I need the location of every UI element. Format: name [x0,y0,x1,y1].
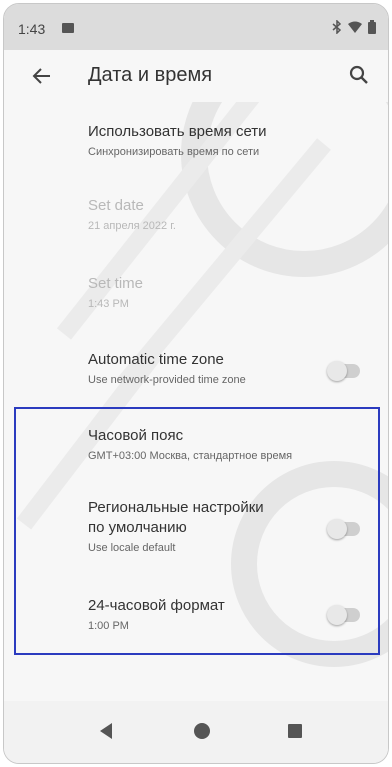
back-arrow-icon[interactable] [30,64,54,88]
setting-use-network-time[interactable]: Использовать время сети Синхронизировать… [4,116,388,182]
status-time: 1:43 [18,21,46,37]
setting-time-zone[interactable]: Часовой пояс GMT+03:00 Москва, стандартн… [4,420,388,480]
search-icon[interactable] [348,64,370,86]
setting-title: Использовать время сети [88,123,267,140]
nav-back-icon[interactable] [100,723,112,739]
setting-subtitle: Синхронизировать время по сети [88,146,260,158]
setting-title: Set time [88,275,144,292]
setting-subtitle: Use locale default [88,542,176,554]
automatic-time-zone-toggle[interactable] [327,361,360,381]
setting-subtitle: 1:43 PM [88,298,129,310]
regional-defaults-toggle[interactable] [327,519,360,539]
setting-set-time: Set time 1:43 PM [4,268,388,334]
setting-subtitle: 21 апреля 2022 г. [88,220,176,232]
setting-subtitle: GMT+03:00 Москва, стандартное время [88,450,293,462]
setting-title-line2: по умолчанию [88,519,187,536]
24-hour-format-toggle[interactable] [327,605,360,625]
nav-recents-icon[interactable] [288,724,302,738]
toggle-knob [327,605,347,625]
battery-icon [368,20,376,34]
nav-home-icon[interactable] [194,723,210,739]
setting-title-line1: Региональные настройки [88,499,264,516]
status-bar: 1:43 [4,4,388,50]
setting-automatic-time-zone[interactable]: Automatic time zone Use network-provided… [4,344,388,404]
toggle-knob [327,361,347,381]
navigation-bar [4,701,388,763]
setting-title: 24-часовой формат [88,597,225,614]
toggle-knob [327,519,347,539]
status-icons [332,20,376,34]
setting-set-date: Set date 21 апреля 2022 г. [4,190,388,256]
wifi-icon [348,21,362,33]
bluetooth-icon [332,20,342,34]
setting-regional-defaults[interactable]: Региональные настройки по умолчанию Use … [4,494,388,566]
setting-subtitle: 1:00 PM [88,620,129,632]
setting-title: Часовой пояс [88,427,184,444]
setting-subtitle: Use network-provided time zone [88,374,246,386]
setting-title: Automatic time zone [88,351,224,368]
setting-title: Set date [88,197,144,214]
app-bar: Дата и время [4,50,388,102]
page-title: Дата и время [88,64,213,86]
phone-screen: 1:43 Дата и время Использовать время сет… [3,3,389,764]
setting-24-hour-format[interactable]: 24-часовой формат 1:00 PM [4,590,388,646]
notification-icon [62,23,74,33]
